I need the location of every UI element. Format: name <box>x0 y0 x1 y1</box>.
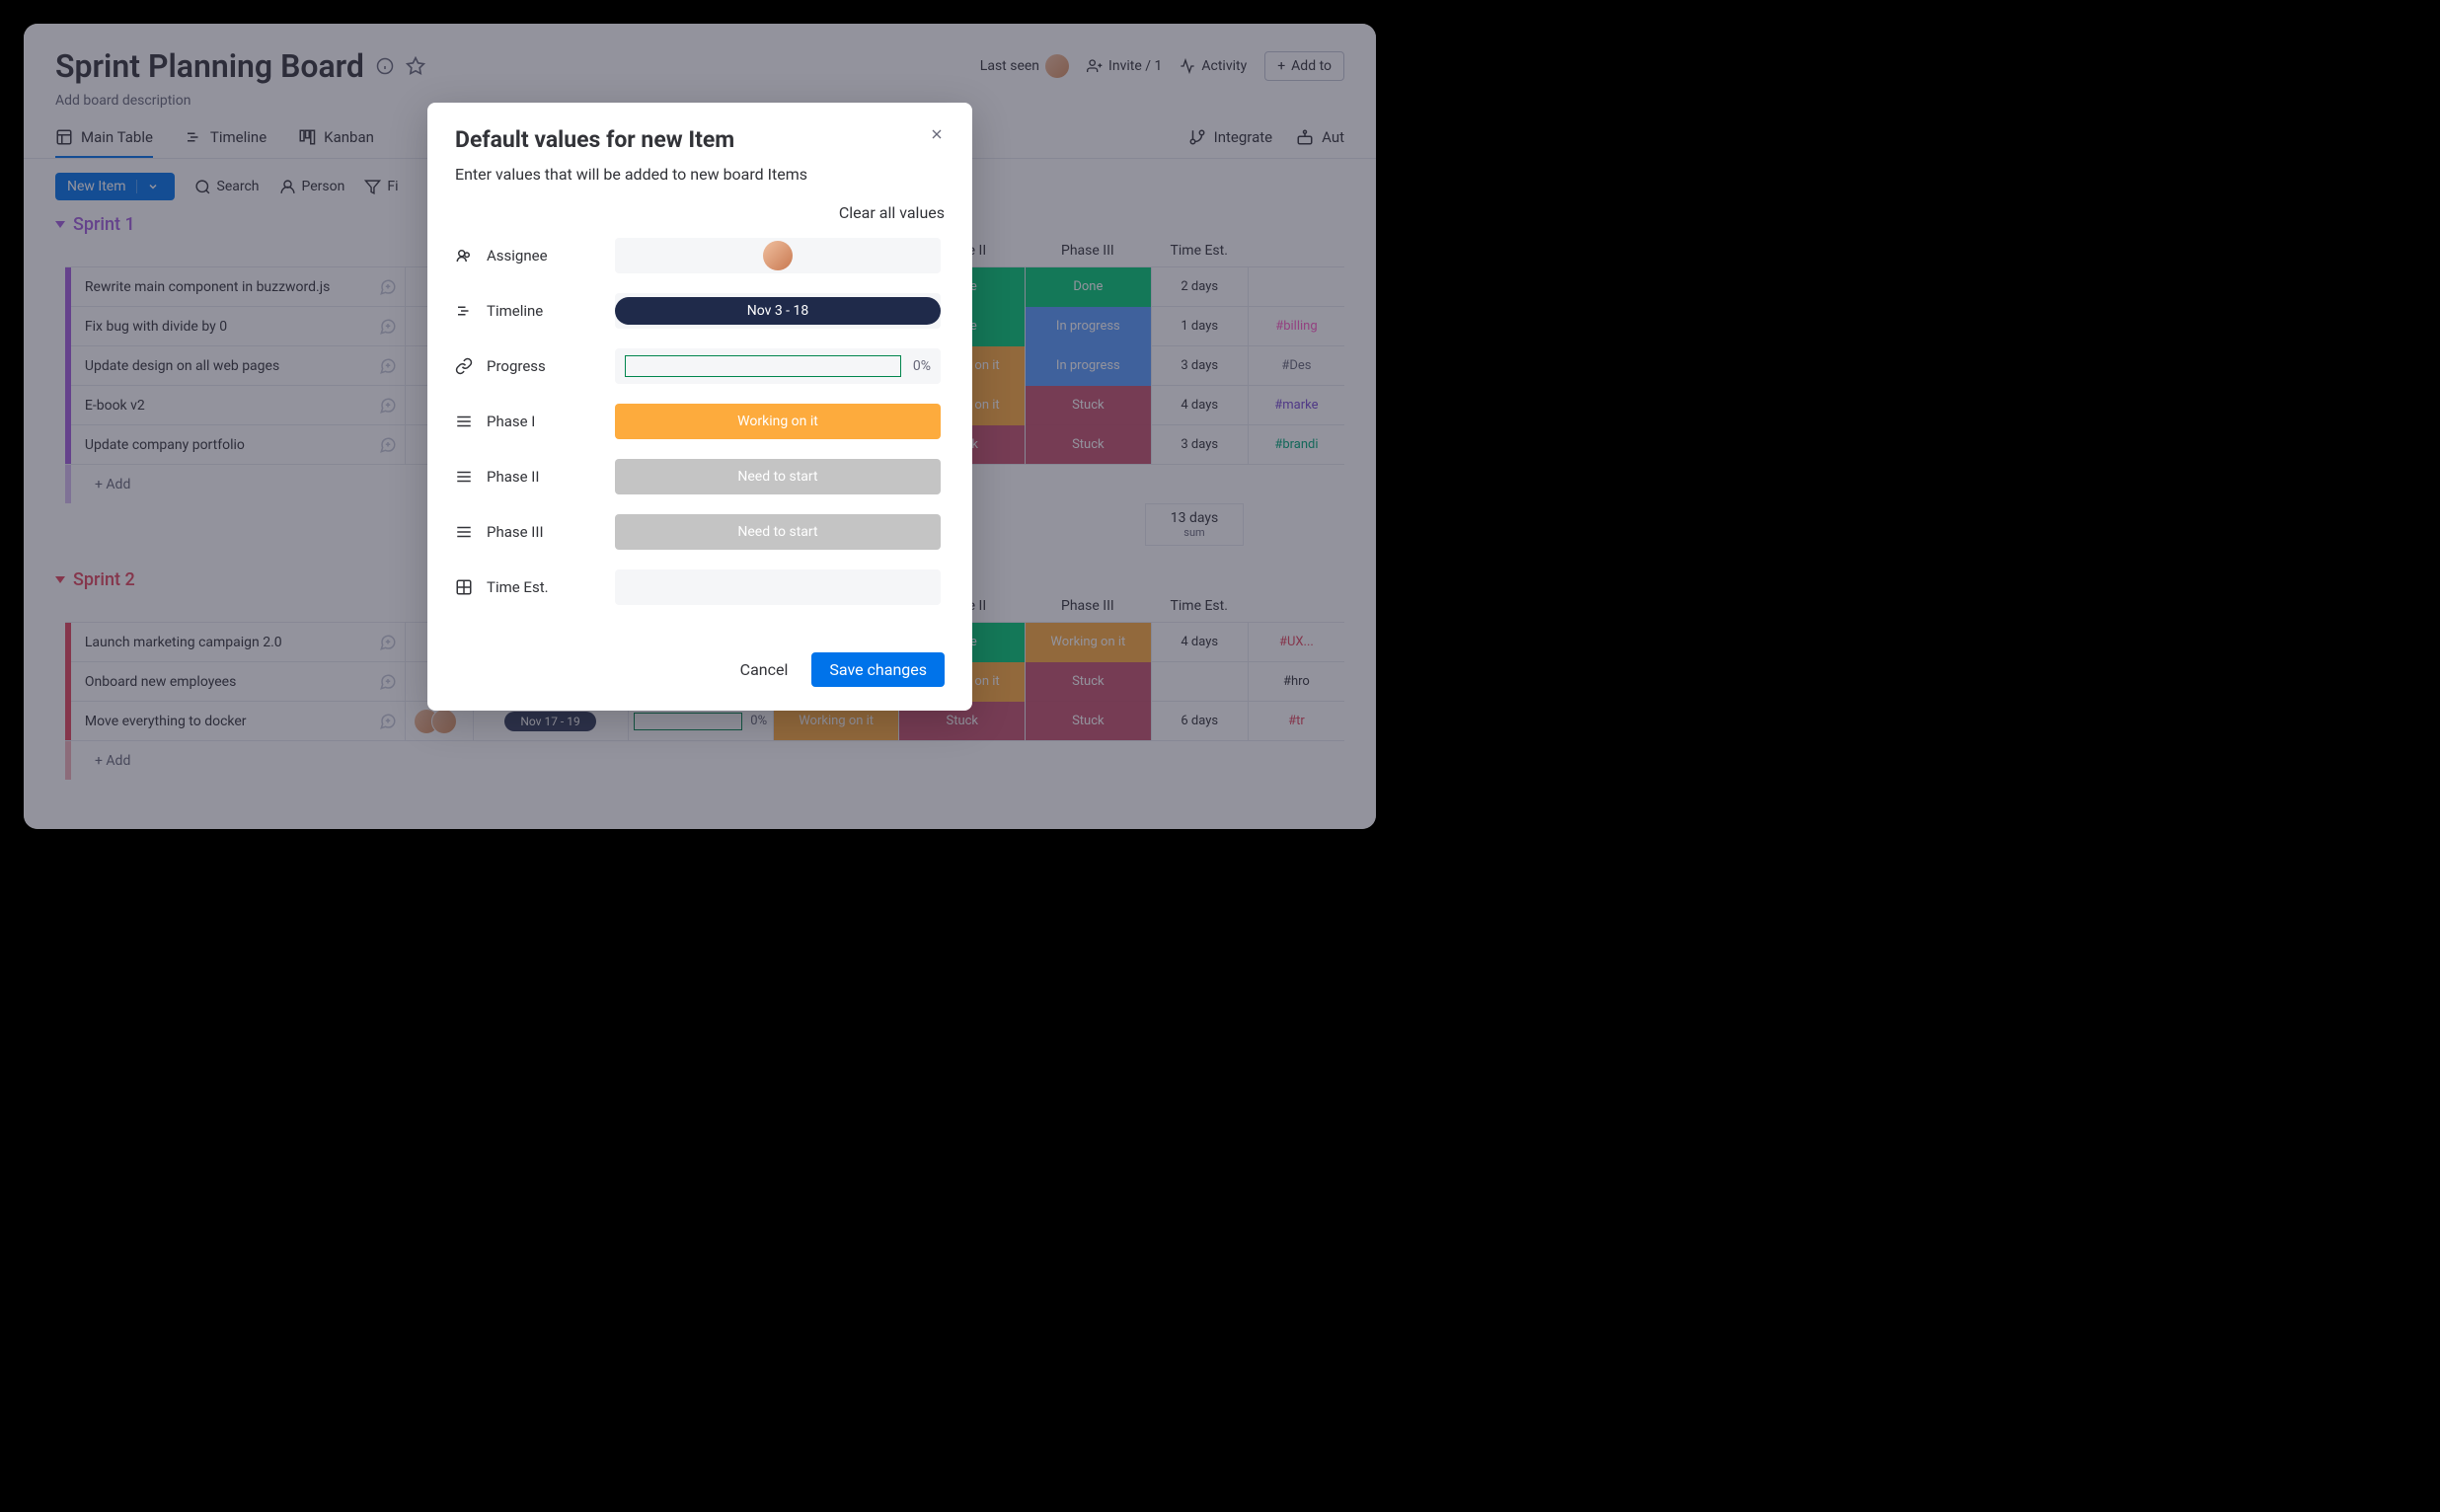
numbers-icon <box>455 578 475 596</box>
phase3-value[interactable]: Need to start <box>615 514 941 550</box>
field-label-progress: Progress <box>487 357 615 375</box>
avatar <box>763 241 793 270</box>
people-icon <box>455 247 475 265</box>
clear-all-button[interactable]: Clear all values <box>455 203 945 222</box>
field-label-time-est: Time Est. <box>487 578 615 596</box>
list-icon <box>455 523 475 541</box>
time-est-value[interactable] <box>615 569 941 605</box>
field-label-phase3: Phase III <box>487 523 615 541</box>
timeline-value[interactable]: Nov 3 - 18 <box>615 293 941 329</box>
progress-value[interactable]: 0% <box>615 348 941 384</box>
field-label-assignee: Assignee <box>487 247 615 265</box>
close-icon[interactable] <box>929 126 945 142</box>
field-label-phase1: Phase I <box>487 413 615 430</box>
phase2-value[interactable]: Need to start <box>615 459 941 494</box>
list-icon <box>455 413 475 430</box>
progress-pct: 0% <box>913 358 931 374</box>
list-icon <box>455 468 475 486</box>
assignee-value[interactable] <box>615 238 941 273</box>
field-label-timeline: Timeline <box>487 302 615 320</box>
cancel-button[interactable]: Cancel <box>726 652 802 687</box>
progress-bar <box>625 355 901 377</box>
modal-subtitle: Enter values that will be added to new b… <box>455 165 945 184</box>
timeline-icon <box>455 302 475 320</box>
modal-title: Default values for new Item <box>455 126 734 153</box>
phase1-value[interactable]: Working on it <box>615 404 941 439</box>
default-values-modal: Default values for new Item Enter values… <box>427 103 972 711</box>
timeline-pill: Nov 3 - 18 <box>615 297 941 325</box>
link-icon <box>455 357 475 375</box>
field-label-phase2: Phase II <box>487 468 615 486</box>
save-button[interactable]: Save changes <box>811 652 945 687</box>
modal-overlay: Default values for new Item Enter values… <box>24 24 1376 829</box>
